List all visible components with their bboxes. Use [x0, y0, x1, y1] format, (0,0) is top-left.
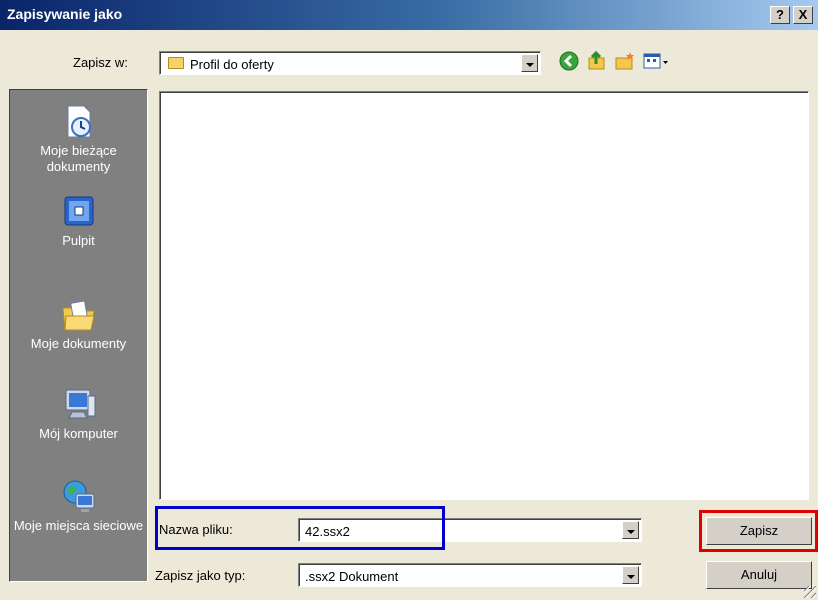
resize-grip-icon[interactable]	[804, 586, 816, 598]
network-places-icon	[63, 480, 94, 512]
title-bar: Zapisywanie jako ? X	[0, 0, 818, 30]
file-list[interactable]	[159, 91, 809, 500]
filetype-dropdown[interactable]: .ssx2 Dokument	[298, 563, 642, 587]
save-in-dropdown[interactable]: Profil do oferty	[159, 51, 541, 75]
place-label: Moje miejsca sieciowe	[13, 518, 144, 533]
save-button-highlight	[699, 510, 818, 552]
place-network-places[interactable]: Moje miejsca sieciowe	[10, 478, 147, 534]
place-recent-documents[interactable]: Moje bieżące dokumenty	[10, 103, 147, 175]
chevron-down-icon[interactable]	[521, 54, 538, 72]
close-button[interactable]: X	[793, 6, 813, 24]
chevron-down-icon[interactable]	[622, 566, 639, 584]
place-my-documents[interactable]: Moje dokumenty	[10, 296, 147, 352]
place-label: Moje dokumenty	[30, 336, 127, 351]
place-label: Mój komputer	[39, 426, 118, 441]
filetype-value: .ssx2 Dokument	[305, 569, 399, 584]
cancel-button[interactable]: Anuluj	[706, 561, 812, 589]
view-menu-icon[interactable]	[642, 50, 670, 72]
folder-icon	[168, 57, 184, 69]
place-desktop[interactable]: Pulpit	[10, 193, 147, 249]
my-documents-icon	[61, 300, 95, 331]
filetype-label: Zapisz jako typ:	[155, 568, 246, 583]
desktop-icon	[64, 196, 93, 226]
window-title: Zapisywanie jako	[7, 6, 123, 22]
place-label: Pulpit	[62, 233, 95, 248]
recent-documents-icon	[67, 105, 91, 138]
place-my-computer[interactable]: Mój komputer	[10, 386, 147, 442]
up-folder-icon[interactable]	[586, 50, 608, 72]
places-bar: Moje bieżące dokumenty Pulpit Moje dokum…	[9, 89, 148, 582]
place-label: Moje bieżące dokumenty	[40, 143, 117, 174]
save-in-value: Profil do oferty	[190, 57, 274, 72]
chevron-down-icon[interactable]	[622, 521, 639, 539]
new-folder-icon[interactable]	[614, 50, 636, 72]
help-button[interactable]: ?	[770, 6, 790, 24]
filename-highlight	[155, 506, 445, 550]
save-in-label: Zapisz w:	[73, 55, 128, 70]
my-computer-icon	[65, 389, 95, 419]
back-icon[interactable]	[558, 50, 580, 72]
